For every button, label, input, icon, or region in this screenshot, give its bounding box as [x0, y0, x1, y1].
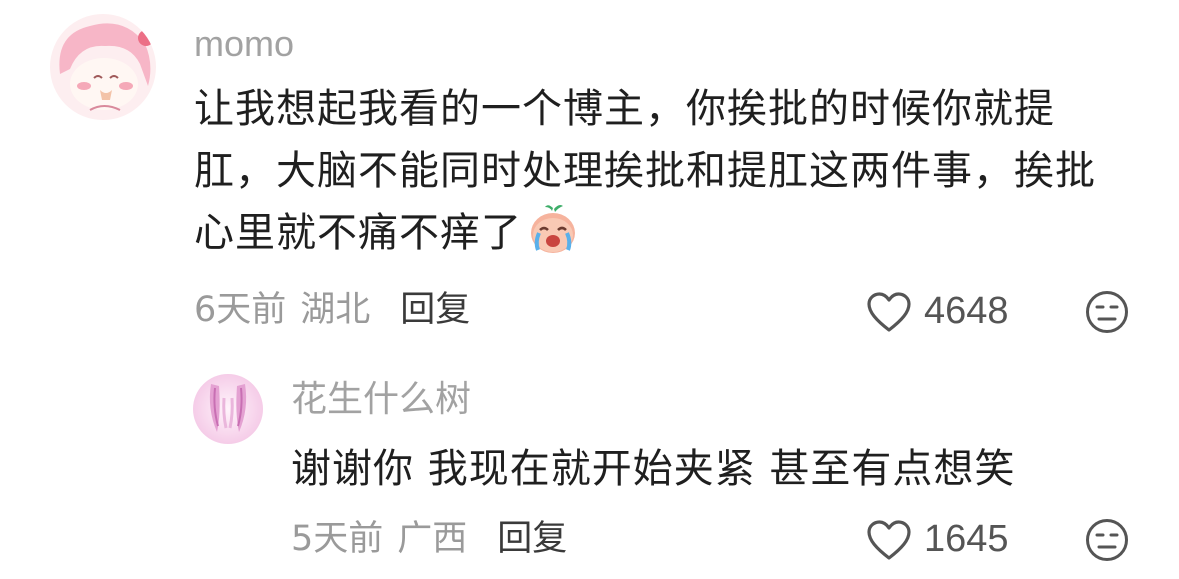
- comment-item: momo 让我想起我看的一个博主，你挨批的时候你就提肛，大脑不能同时处理挨批和提…: [0, 0, 1179, 360]
- anime-girl-avatar-icon: [50, 14, 156, 120]
- dislike-face-icon[interactable]: [1085, 518, 1129, 562]
- comment-meta: 6天前 湖北 回复: [194, 293, 470, 328]
- like-button[interactable]: 1645: [866, 518, 1009, 561]
- comment-time: 6天前: [194, 290, 287, 330]
- crying-laughing-peach-emoji-icon: [531, 205, 575, 253]
- comment-text: 让我想起我看的一个博主，你挨批的时候你就提肛，大脑不能同时处理挨批和提肛这两件事…: [194, 78, 1099, 264]
- comment-text: 谢谢你 我现在就开始夹紧 甚至有点想笑: [291, 446, 1016, 492]
- like-count: 1645: [924, 518, 1009, 560]
- comment-meta: 5天前 广西 回复: [291, 522, 567, 557]
- comment-body: 让我想起我看的一个博主，你挨批的时候你就提肛，大脑不能同时处理挨批和提肛这两件事…: [194, 86, 1096, 256]
- pink-bunny-ears-avatar-icon: [193, 374, 263, 444]
- heart-icon: [867, 291, 911, 332]
- heart-icon: [867, 519, 911, 560]
- comment-location: 湖北: [300, 290, 371, 330]
- like-count: 4648: [924, 290, 1009, 332]
- comment-location: 广西: [397, 519, 468, 559]
- reply-comment-item: 花生什么树 谢谢你 我现在就开始夹紧 甚至有点想笑 5天前 广西 回复 1645: [0, 360, 1179, 579]
- comment-time: 5天前: [291, 519, 384, 559]
- avatar[interactable]: [193, 374, 263, 444]
- like-button[interactable]: 4648: [866, 290, 1009, 333]
- comment-username[interactable]: momo: [194, 26, 294, 62]
- comment-username[interactable]: 花生什么树: [291, 382, 471, 418]
- reply-button[interactable]: 回复: [400, 290, 470, 330]
- dislike-face-icon[interactable]: [1085, 290, 1129, 334]
- avatar[interactable]: [50, 14, 156, 120]
- reply-button[interactable]: 回复: [497, 519, 567, 559]
